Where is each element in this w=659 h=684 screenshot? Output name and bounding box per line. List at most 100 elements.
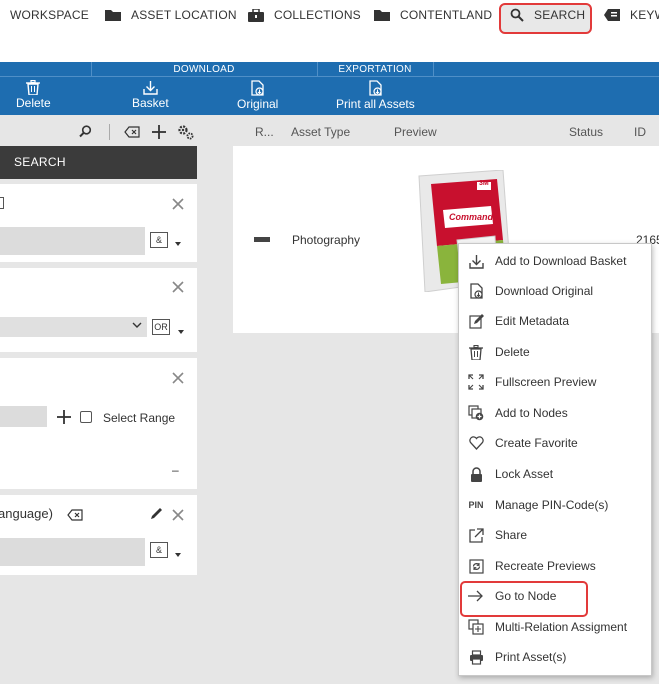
operator-or-toggle[interactable]: OR [152,319,170,335]
menu-item-edit-metadata[interactable]: Edit Metadata [459,306,653,336]
menu-item-recreate-previews[interactable]: Recreate Previews [459,551,653,581]
select-range-checkbox[interactable] [80,411,92,423]
range-input[interactable] [0,406,47,427]
delete-button[interactable]: Delete [16,80,51,110]
add-nodes-icon [467,404,485,422]
original-button-label: Original [237,97,279,111]
menu-item-print-assets[interactable]: Print Asset(s) [459,642,653,672]
menu-item-label: Print Asset(s) [495,650,567,664]
add-icon[interactable] [57,410,71,424]
ribbon-groups: DOWNLOAD EXPORTATION [0,62,659,77]
menu-item-label: Add to Download Basket [495,254,627,268]
fullscreen-icon [467,373,485,391]
nav-search[interactable]: SEARCH [510,6,585,24]
menu-item-label: Multi-Relation Assigment [495,620,628,634]
menu-item-label: Edit Metadata [495,314,570,328]
ribbon-group-exportation: EXPORTATION [338,64,412,75]
search-icon [510,8,524,22]
search-criteria-card: anguage) & [0,495,197,575]
clear-input-icon[interactable] [124,126,140,138]
criteria-language-label: anguage) [0,506,53,521]
trash-icon [467,343,485,361]
top-navigation: WORKSPACE ASSET LOCATION COLLECTIONS CON… [0,0,659,62]
column-header-id[interactable]: ID [634,125,646,139]
share-icon [467,526,485,544]
trash-icon [26,80,41,95]
search-icon[interactable] [79,125,92,138]
menu-item-create-favorite[interactable]: Create Favorite [459,428,653,458]
basket-button-label: Basket [132,96,169,110]
menu-item-add-to-download-basket[interactable]: Add to Download Basket [459,246,653,276]
menu-item-label: Lock Asset [495,467,554,481]
criteria-input[interactable] [0,538,145,566]
nav-workspace[interactable]: WORKSPACE [10,6,89,24]
chevron-down-icon [132,322,142,328]
operator-and-toggle[interactable]: & [150,542,168,558]
close-icon[interactable] [172,198,184,210]
lock-icon [467,465,485,483]
select-range-label: Select Range [103,411,176,425]
operator-and-toggle[interactable]: & [150,232,168,248]
nav-asset-location[interactable]: ASSET LOCATION [105,6,237,24]
briefcase-icon [248,8,264,22]
nav-collections[interactable]: COLLECTIONS [248,6,361,24]
menu-item-label: Create Favorite [495,436,578,450]
column-header-r[interactable]: R... [255,125,274,139]
clear-input-icon[interactable] [67,509,83,521]
go-to-node-highlight [460,581,588,617]
chevron-down-icon[interactable] [175,242,181,246]
download-icon [143,81,158,95]
menu-item-fullscreen-preview[interactable]: Fullscreen Preview [459,367,653,397]
nav-contentland[interactable]: CONTENTLAND [374,6,492,24]
print-all-assets-button[interactable]: Print all Assets [336,80,415,111]
menu-item-label: Recreate Previews [495,559,596,573]
ribbon-separator [433,62,434,77]
menu-item-manage-pin-codes[interactable]: PIN Manage PIN-Code(s) [459,490,653,520]
menu-item-delete[interactable]: Delete [459,337,653,367]
thumb-logo: 3M [479,180,489,187]
ribbon-toolbar: DOWNLOAD EXPORTATION Delete Basket Origi… [0,62,659,115]
folder-icon [374,10,390,21]
column-header-status[interactable]: Status [569,125,603,139]
print-assets-icon [369,80,382,96]
menu-item-label: Share [495,528,528,542]
asset-type-cell: Photography [292,233,361,247]
menu-item-label: Add to Nodes [495,406,568,420]
menu-item-label: Fullscreen Preview [495,375,597,389]
menu-item-add-to-nodes[interactable]: Add to Nodes [459,398,653,428]
nav-keywords[interactable]: KEYW [604,6,659,24]
close-icon[interactable] [172,281,184,293]
column-header-asset-type[interactable]: Asset Type [291,125,350,139]
row-indicator [254,237,270,242]
original-button[interactable]: Original [237,80,278,111]
checkbox-partial[interactable] [0,197,4,209]
chevron-down-icon[interactable] [175,553,181,557]
search-criteria-card: Select Range – [0,358,197,489]
edit-icon [467,312,485,330]
ribbon-group-download: DOWNLOAD [173,64,235,75]
download-icon [467,252,485,270]
print-all-assets-button-label: Print all Assets [336,97,415,111]
basket-button[interactable]: Basket [132,80,169,110]
column-header-preview[interactable]: Preview [394,125,437,139]
search-criteria-card: OR [0,268,197,352]
add-icon[interactable] [152,125,166,139]
nav-keywords-label: KEYW [630,8,659,22]
pin-icon: PIN [468,500,484,510]
close-icon[interactable] [172,509,184,521]
criteria-input[interactable] [0,227,145,255]
menu-item-lock-asset[interactable]: Lock Asset [459,459,653,489]
print-icon [467,648,485,666]
menu-item-download-original[interactable]: Download Original [459,276,653,306]
search-panel-header: SEARCH [0,146,197,179]
close-icon[interactable] [172,372,184,384]
nav-asset-location-label: ASSET LOCATION [131,8,237,22]
criteria-select[interactable] [0,317,147,337]
search-criteria-card: & [0,184,197,262]
chevron-down-icon[interactable] [178,330,184,334]
menu-item-share[interactable]: Share [459,520,653,550]
heart-icon [467,434,485,452]
edit-pencil-icon[interactable] [150,507,163,520]
nav-workspace-label: WORKSPACE [10,8,89,22]
settings-gears-icon[interactable] [177,124,195,140]
